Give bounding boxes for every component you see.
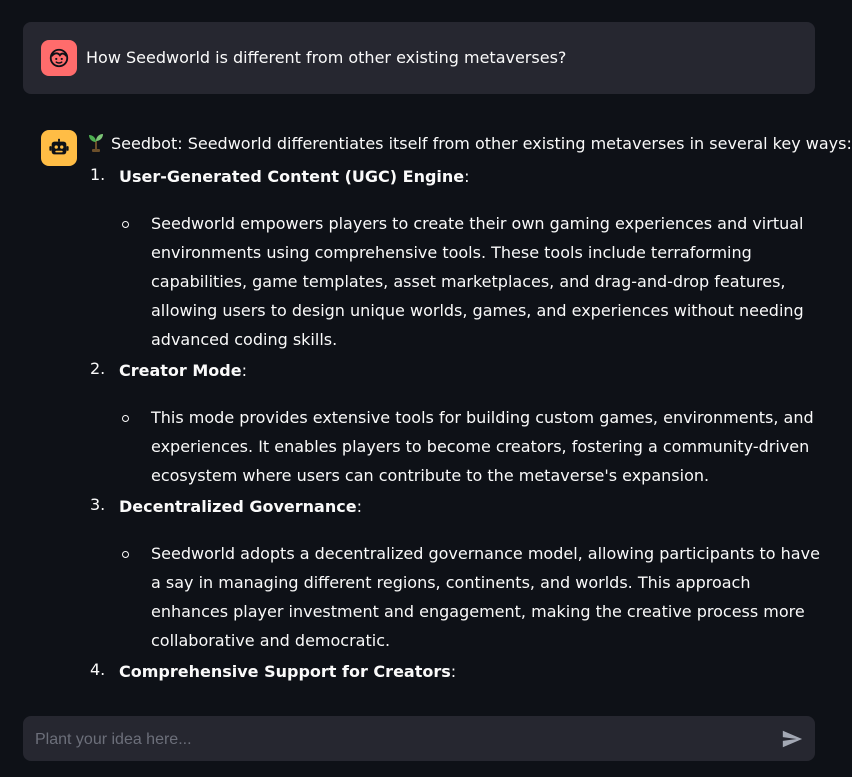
- point-number: 2.: [90, 359, 106, 378]
- point-title: Creator Mode: [119, 361, 242, 380]
- point-item: 1. User-Generated Content (UGC) Engine: S…: [87, 160, 822, 354]
- point-detail-text: Seedworld adopts a decentralized governa…: [151, 544, 820, 650]
- point-detail-text: Seedworld empowers players to create the…: [151, 214, 804, 349]
- bot-message: Seedbot: Seedworld differentiates itself…: [87, 128, 852, 686]
- point-suffix: :: [241, 361, 247, 380]
- key-points-list: 1. User-Generated Content (UGC) Engine: S…: [87, 160, 822, 686]
- point-item: 2. Creator Mode: This mode provides exten…: [87, 354, 822, 490]
- point-number: 3.: [90, 495, 106, 514]
- bot-intro: Seedbot: Seedworld differentiates itself…: [87, 128, 852, 160]
- user-message: How Seedworld is different from other ex…: [23, 22, 815, 94]
- point-details: This mode provides extensive tools for b…: [119, 403, 822, 490]
- point-detail: Seedworld empowers players to create the…: [119, 209, 822, 354]
- point-item: 3. Decentralized Governance: Seedworld ad…: [87, 490, 822, 655]
- point-title: User-Generated Content (UGC) Engine: [119, 167, 465, 186]
- point-details: Seedworld adopts a decentralized governa…: [119, 539, 822, 655]
- point-title: Decentralized Governance: [119, 497, 357, 516]
- point-item: 4. Comprehensive Support for Creators:: [87, 655, 822, 686]
- point-detail: This mode provides extensive tools for b…: [119, 403, 822, 490]
- point-suffix: :: [464, 167, 470, 186]
- point-detail: Seedworld adopts a decentralized governa…: [119, 539, 822, 655]
- bullet-icon: [122, 415, 129, 422]
- user-face-icon: [49, 48, 69, 68]
- bullet-icon: [122, 551, 129, 558]
- user-avatar: [41, 40, 77, 76]
- point-title: Comprehensive Support for Creators: [119, 662, 451, 681]
- point-number: 1.: [90, 165, 106, 184]
- chat-page: How Seedworld is different from other ex…: [0, 0, 852, 777]
- bot-avatar: [41, 130, 77, 166]
- robot-face-icon: [49, 138, 69, 155]
- bullet-icon: [122, 221, 129, 228]
- user-message-text: How Seedworld is different from other ex…: [86, 48, 567, 67]
- point-suffix: :: [450, 662, 457, 681]
- seedling-icon: [89, 134, 103, 152]
- chat-input[interactable]: [33, 716, 767, 763]
- point-number: 4.: [90, 660, 106, 679]
- chat-input-container: [23, 716, 815, 763]
- point-details: Seedworld empowers players to create the…: [119, 209, 822, 354]
- send-icon: [782, 730, 803, 748]
- send-button[interactable]: [779, 726, 805, 752]
- point-suffix: :: [356, 497, 362, 516]
- bot-intro-text: Seedbot: Seedworld differentiates itself…: [111, 134, 852, 153]
- point-detail-text: This mode provides extensive tools for b…: [151, 408, 814, 485]
